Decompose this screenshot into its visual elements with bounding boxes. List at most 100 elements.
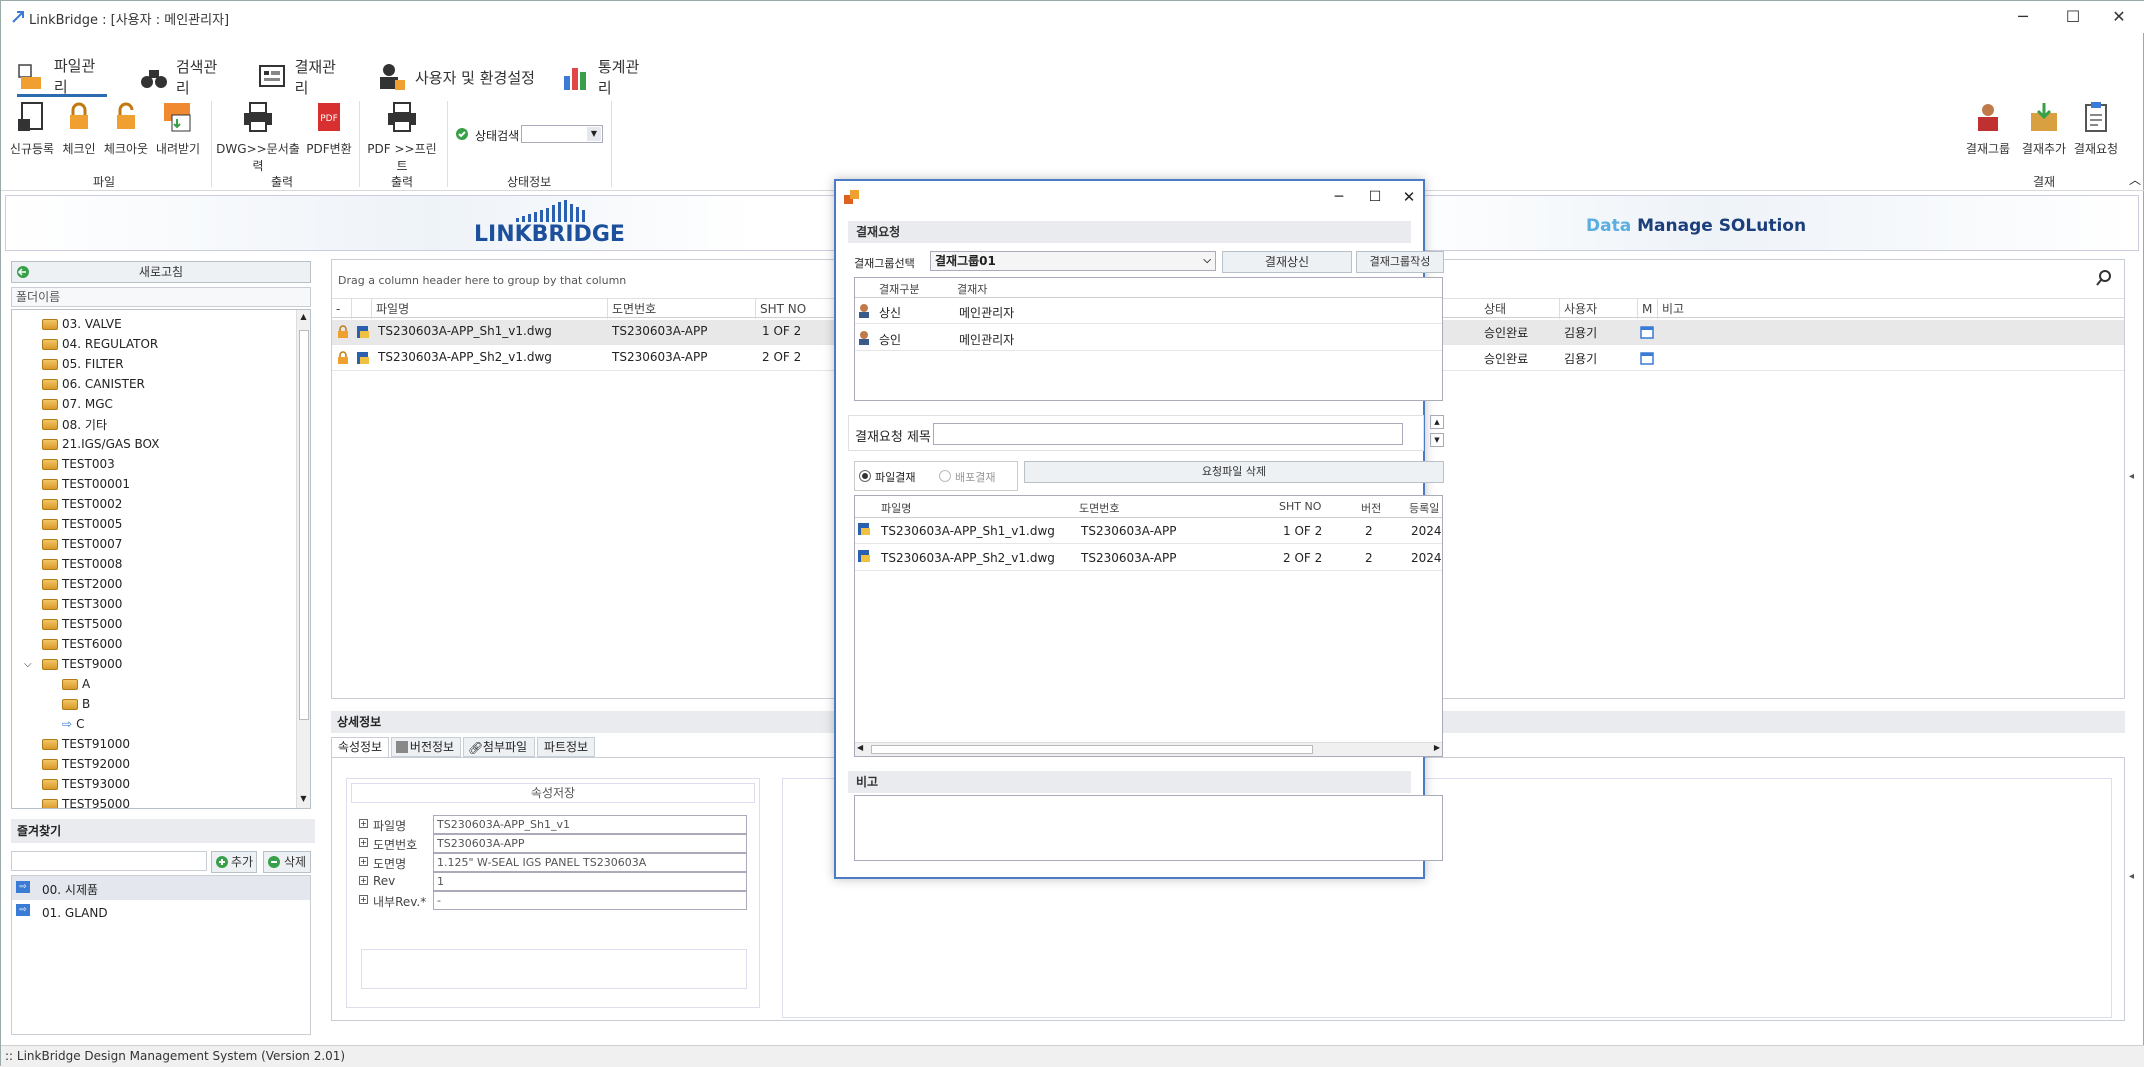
tree-item[interactable]: TEST2000 xyxy=(42,574,122,594)
col-header-user[interactable]: 사용자 xyxy=(1560,299,1638,319)
panel-collapse-icon[interactable]: ◂ xyxy=(2129,471,2134,482)
properties-memo[interactable] xyxy=(361,949,747,989)
col-header-sht-no[interactable]: SHT NO xyxy=(1279,500,1321,513)
tree-item[interactable]: TEST6000 xyxy=(42,634,122,654)
tree-item[interactable]: 07. MGC xyxy=(42,394,113,414)
tab-properties[interactable]: 속성정보 xyxy=(331,737,389,757)
ribbon-collapse-icon[interactable]: ︿ xyxy=(2129,171,2141,188)
search-icon[interactable] xyxy=(2096,270,2112,286)
delete-request-files-button[interactable]: 요청파일 삭제 xyxy=(1024,461,1444,483)
approval-request-button[interactable]: 결재요청 xyxy=(2071,101,2121,157)
chevron-down-icon[interactable]: ⌵ xyxy=(24,659,32,670)
col-header-version[interactable]: 버전 xyxy=(1361,500,1381,516)
col-header-drawing-no[interactable]: 도면번호 xyxy=(608,299,756,319)
tree-item[interactable]: ⌵ TEST9000 xyxy=(24,654,122,674)
list-item[interactable]: ⇨ 01. GLAND xyxy=(12,902,310,926)
tree-item[interactable]: TEST5000 xyxy=(42,614,122,634)
dialog-minimize-button[interactable]: ─ xyxy=(1324,185,1354,209)
approval-add-button[interactable]: 결재추가 xyxy=(2019,101,2069,157)
property-field[interactable]: TS230603A-APP_Sh1_v1 xyxy=(433,815,747,834)
pdf-convert-button[interactable]: PDF PDF변환 xyxy=(305,101,353,157)
checkout-button[interactable]: 체크아웃 xyxy=(101,101,151,157)
tab-approval-manage[interactable]: 결재관리 xyxy=(257,57,349,97)
table-row[interactable]: TS230603A-APP_Sh1_v1.dwg TS230603A-APP 1… xyxy=(855,518,1442,544)
tree-item[interactable]: 06. CANISTER xyxy=(42,374,145,394)
create-group-button[interactable]: 결재그룹작성 xyxy=(1356,251,1444,273)
approval-group-button[interactable]: 결재그룹 xyxy=(1963,101,2013,157)
files-hscrollbar[interactable]: ◀ ▶ xyxy=(855,742,1442,756)
tree-item[interactable]: TEST3000 xyxy=(42,594,122,614)
col-header-filename[interactable]: 파일명 xyxy=(881,500,911,516)
save-properties-button[interactable]: 속성저장 xyxy=(351,783,755,803)
tree-item[interactable]: ⇨ C xyxy=(62,714,84,734)
scroll-up-icon[interactable]: ▲ xyxy=(1430,415,1444,429)
tree-item[interactable]: TEST00001 xyxy=(42,474,130,494)
dwg-print-button[interactable]: DWG>>문서출력 xyxy=(215,101,301,174)
tree-item[interactable]: 08. 기타 xyxy=(42,414,107,434)
tab-parts[interactable]: 파트정보 xyxy=(537,737,595,757)
expand-icon[interactable]: + xyxy=(359,876,368,885)
tree-item[interactable]: B xyxy=(62,694,90,714)
approval-group-select[interactable]: 결재그룹01 ⌵ xyxy=(930,251,1216,271)
tree-scroll-thumb[interactable] xyxy=(299,330,309,720)
col-header-remark[interactable]: 비고 xyxy=(1658,299,1738,319)
memo-icon[interactable] xyxy=(1640,325,1654,339)
favorites-delete-button[interactable]: 삭제 xyxy=(263,851,311,873)
tree-item[interactable]: 04. REGULATOR xyxy=(42,334,158,354)
dialog-close-button[interactable]: ✕ xyxy=(1394,185,1424,209)
property-field[interactable]: 1 xyxy=(433,872,747,891)
col-header-status[interactable]: 상태 xyxy=(1480,299,1560,319)
request-title-input[interactable] xyxy=(933,423,1403,445)
files-scroll-thumb[interactable] xyxy=(871,745,1313,754)
checkin-button[interactable]: 체크인 xyxy=(59,101,99,157)
tree-item[interactable]: TEST0007 xyxy=(42,534,122,554)
submit-approval-button[interactable]: 결재상신 xyxy=(1222,251,1352,273)
col-header-date[interactable]: 등록일 xyxy=(1409,500,1439,516)
new-register-button[interactable]: 신규등록 xyxy=(7,101,57,157)
scroll-left-icon[interactable]: ◀ xyxy=(857,743,863,752)
radio-dist-approval[interactable] xyxy=(939,470,951,482)
favorites-add-button[interactable]: 추가 xyxy=(211,851,257,873)
status-search-select[interactable]: ▼ xyxy=(521,125,603,143)
property-field[interactable]: TS230603A-APP xyxy=(433,834,747,853)
radio-file-approval[interactable] xyxy=(859,470,871,482)
detail-collapse-icon[interactable]: ◂ xyxy=(2129,871,2134,882)
tab-attachments[interactable]: 🔗︎ 첨부파일 xyxy=(463,737,535,757)
expand-icon[interactable]: + xyxy=(359,819,368,828)
col-header-m[interactable]: M xyxy=(1638,299,1658,319)
tab-search-manage[interactable]: 검색관리 xyxy=(139,57,229,97)
expand-icon[interactable]: + xyxy=(359,857,368,866)
memo-icon[interactable] xyxy=(1640,351,1654,365)
tree-item[interactable]: TEST91000 xyxy=(42,734,130,754)
tree-item[interactable]: TEST95000 xyxy=(42,794,130,808)
tree-item[interactable]: TEST003 xyxy=(42,454,115,474)
tree-item[interactable]: 21.IGS/GAS BOX xyxy=(42,434,159,454)
download-button[interactable]: 내려받기 xyxy=(153,101,203,157)
list-item[interactable]: ⇨ 00. 시제품 xyxy=(12,876,310,900)
remark-textarea[interactable] xyxy=(854,795,1443,861)
table-row[interactable]: 상신 메인관리자 xyxy=(855,298,1442,324)
maximize-button[interactable]: ☐ xyxy=(2053,5,2093,29)
tree-item[interactable]: 05. FILTER xyxy=(42,354,124,374)
scroll-down-icon[interactable]: ▼ xyxy=(1430,433,1444,447)
tree-item[interactable]: TEST92000 xyxy=(42,754,130,774)
property-field[interactable]: 1.125" W-SEAL IGS PANEL TS230603A xyxy=(433,853,747,872)
tree-item[interactable]: TEST0002 xyxy=(42,494,122,514)
property-field[interactable]: - xyxy=(433,891,747,910)
tree-item[interactable]: A xyxy=(62,674,90,694)
tab-file-manage[interactable]: 파일관리 xyxy=(17,57,107,97)
tree-item[interactable]: TEST0008 xyxy=(42,554,122,574)
dialog-maximize-button[interactable]: ☐ xyxy=(1360,185,1390,209)
tree-item[interactable]: TEST0005 xyxy=(42,514,122,534)
col-header-drawing-no[interactable]: 도면번호 xyxy=(1079,500,1119,516)
refresh-button[interactable]: 새로고침 xyxy=(11,261,311,283)
tab-statistics[interactable]: 통계관리 xyxy=(561,57,651,97)
scroll-up-icon[interactable]: ▲ xyxy=(298,312,309,324)
table-row[interactable]: TS230603A-APP_Sh2_v1.dwg TS230603A-APP 2… xyxy=(855,545,1442,571)
tree-item[interactable]: TEST93000 xyxy=(42,774,130,794)
table-row[interactable]: 승인 메인관리자 xyxy=(855,325,1442,351)
tree-item[interactable]: 03. VALVE xyxy=(42,314,122,334)
expand-icon[interactable]: + xyxy=(359,895,368,904)
scroll-down-icon[interactable]: ▼ xyxy=(298,794,309,806)
expand-icon[interactable]: + xyxy=(359,838,368,847)
